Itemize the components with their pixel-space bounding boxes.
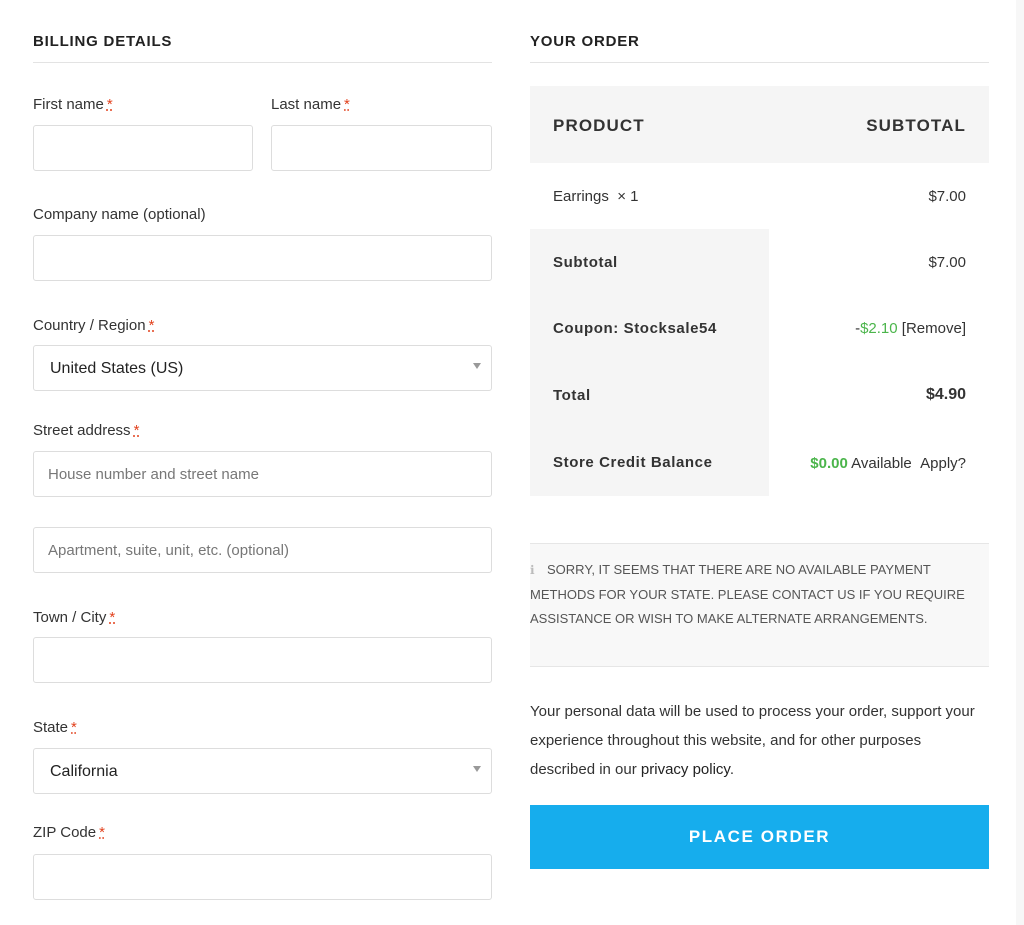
state-select[interactable]: California xyxy=(33,748,492,794)
subtotal-label: Subtotal xyxy=(553,254,618,271)
store-credit-available: Available xyxy=(851,455,912,472)
city-field[interactable] xyxy=(33,637,492,683)
item-qty: × 1 xyxy=(617,188,639,205)
country-select[interactable]: United States (US) xyxy=(33,345,492,391)
country-label-text: Country / Region xyxy=(33,317,146,334)
street-label-text: Street address xyxy=(33,422,131,439)
remove-coupon-link[interactable]: [Remove] xyxy=(902,320,966,337)
zip-label: ZIP Code * xyxy=(33,824,105,841)
subtotal-value: $7.00 xyxy=(928,254,966,271)
item-price: $7.00 xyxy=(928,188,966,205)
city-label: Town / City * xyxy=(33,609,115,626)
required-mark: * xyxy=(344,96,350,113)
store-credit-label: Store Credit Balance xyxy=(553,454,713,471)
item-name-text: Earrings xyxy=(553,188,609,205)
privacy-policy-link[interactable]: privacy policy xyxy=(641,761,730,778)
privacy-text: Your personal data will be used to proce… xyxy=(530,703,975,778)
last-name-label-text: Last name xyxy=(271,96,342,113)
privacy-notice: Your personal data will be used to proce… xyxy=(530,697,989,784)
required-mark: * xyxy=(133,422,140,439)
city-label-text: Town / City xyxy=(33,609,107,626)
place-order-button[interactable]: PLACE ORDER xyxy=(530,805,989,869)
required-mark: * xyxy=(71,719,77,736)
required-mark: * xyxy=(106,96,113,113)
payment-notice-message: SORRY, IT SEEMS THAT THERE ARE NO AVAILA… xyxy=(530,562,965,626)
zip-field[interactable] xyxy=(33,854,492,900)
first-name-label-text: First name xyxy=(33,96,104,113)
order-divider xyxy=(530,62,989,63)
required-mark: * xyxy=(99,824,105,841)
country-label: Country / Region * xyxy=(33,317,154,334)
last-name-field[interactable] xyxy=(271,125,492,171)
store-credit-value: $0.00 Available Apply? xyxy=(810,455,966,472)
store-credit-amount: $0.00 xyxy=(810,455,848,472)
page-scrollbar[interactable] xyxy=(1016,0,1024,925)
payment-notice: ℹ SORRY, IT SEEMS THAT THERE ARE NO AVAIL… xyxy=(530,543,989,667)
coupon-amount: $2.10 xyxy=(860,320,898,337)
company-label: Company name (optional) xyxy=(33,206,206,223)
subtotal-column-header: SUBTOTAL xyxy=(866,116,966,135)
billing-title: BILLING DETAILS xyxy=(33,33,173,50)
order-item-row: Earrings × 1 $7.00 xyxy=(530,163,989,229)
required-mark: * xyxy=(148,317,155,334)
payment-notice-text: ℹ SORRY, IT SEEMS THAT THERE ARE NO AVAIL… xyxy=(530,558,970,632)
item-name: Earrings × 1 xyxy=(553,188,638,205)
total-value: $4.90 xyxy=(925,386,966,403)
required-mark: * xyxy=(109,609,116,626)
state-select-value: California xyxy=(50,763,118,780)
coupon-value: -$2.10 [Remove] xyxy=(855,320,966,337)
subtotal-row: Subtotal $7.00 xyxy=(530,229,989,295)
apartment-field[interactable] xyxy=(33,527,492,573)
total-label: Total xyxy=(553,387,591,404)
info-icon: ℹ xyxy=(530,563,535,577)
apply-store-credit-link[interactable]: Apply? xyxy=(920,455,966,472)
store-credit-row: Store Credit Balance $0.00 Available App… xyxy=(530,429,989,495)
chevron-down-icon xyxy=(473,766,481,772)
order-table-header: PRODUCT SUBTOTAL xyxy=(530,86,989,163)
first-name-label: First name * xyxy=(33,96,113,113)
company-field[interactable] xyxy=(33,235,492,281)
country-select-value: United States (US) xyxy=(50,360,184,377)
privacy-end: . xyxy=(729,761,734,778)
chevron-down-icon xyxy=(473,363,481,369)
product-column-header: PRODUCT xyxy=(553,116,645,135)
state-label: State * xyxy=(33,719,77,736)
street-address-field[interactable] xyxy=(33,451,492,497)
first-name-field[interactable] xyxy=(33,125,253,171)
order-title: YOUR ORDER xyxy=(530,33,640,50)
coupon-row: Coupon: Stocksale54 -$2.10 [Remove] xyxy=(530,295,989,361)
street-label: Street address * xyxy=(33,422,139,439)
zip-label-text: ZIP Code xyxy=(33,824,97,841)
total-row: Total $4.90 xyxy=(530,362,989,428)
last-name-label: Last name * xyxy=(271,96,350,113)
billing-divider xyxy=(33,62,492,63)
coupon-label: Coupon: Stocksale54 xyxy=(553,320,717,337)
state-label-text: State xyxy=(33,719,69,736)
